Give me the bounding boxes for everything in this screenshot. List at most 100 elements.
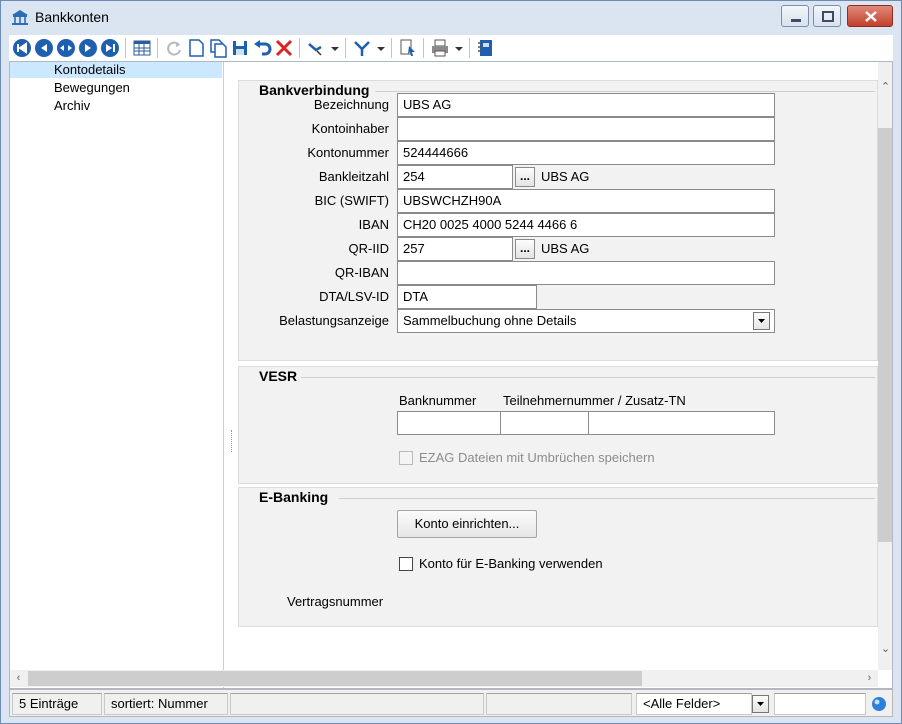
bankleitzahl-lookup-button[interactable]: ... bbox=[515, 167, 535, 187]
filter-select-button[interactable] bbox=[305, 37, 327, 59]
toolbar-separator bbox=[345, 38, 346, 58]
first-record-icon bbox=[13, 39, 31, 57]
print-button[interactable] bbox=[429, 37, 451, 59]
qriid-lookup-button[interactable]: ... bbox=[515, 239, 535, 259]
last-record-icon bbox=[101, 39, 119, 57]
kontoinhaber-field[interactable] bbox=[397, 117, 775, 141]
print-dropdown[interactable] bbox=[453, 37, 465, 59]
copy-record-button[interactable] bbox=[207, 37, 229, 59]
minimize-button[interactable] bbox=[781, 5, 809, 27]
kontonummer-label: Kontonummer bbox=[307, 145, 389, 160]
scroll-down-icon[interactable]: ⌄ bbox=[878, 642, 892, 657]
quick-search-input[interactable] bbox=[774, 693, 866, 715]
search-globe-button[interactable] bbox=[870, 695, 888, 713]
dta-field[interactable]: DTA bbox=[397, 285, 537, 309]
belastungsanzeige-value: Sammelbuchung ohne Details bbox=[403, 313, 577, 328]
group-divider bbox=[339, 498, 875, 499]
ezag-checkbox[interactable] bbox=[399, 451, 413, 465]
horizontal-scroll-thumb[interactable] bbox=[28, 671, 642, 686]
banknummer-field[interactable] bbox=[397, 411, 501, 435]
new-record-icon bbox=[189, 39, 204, 57]
scroll-right-icon[interactable]: › bbox=[862, 671, 877, 686]
belastungsanzeige-select[interactable]: Sammelbuchung ohne Details bbox=[397, 309, 775, 333]
previous-record-button[interactable] bbox=[33, 37, 55, 59]
status-panel-empty bbox=[230, 693, 484, 715]
dta-label: DTA/LSV-ID bbox=[319, 289, 389, 304]
ebanking-group: E-Banking Konto einrichten... Konto für … bbox=[238, 487, 878, 627]
qriid-field[interactable]: 257 bbox=[397, 237, 513, 261]
bankkonten-window: Bankkonten Kontodetails Bewegungen Archi… bbox=[0, 0, 902, 724]
scroll-left-icon[interactable]: ‹ bbox=[11, 671, 26, 686]
table-view-button[interactable] bbox=[131, 37, 153, 59]
qriban-label: QR-IBAN bbox=[334, 265, 389, 280]
splitter-handle[interactable] bbox=[231, 430, 233, 452]
status-panel-empty bbox=[486, 693, 632, 715]
delete-button[interactable] bbox=[273, 37, 295, 59]
first-record-button[interactable] bbox=[11, 37, 33, 59]
bic-field[interactable]: UBSWCHZH90A bbox=[397, 189, 775, 213]
ezag-label: EZAG Dateien mit Umbrüchen speichern bbox=[419, 450, 655, 465]
toolbar-separator bbox=[469, 38, 470, 58]
bic-label: BIC (SWIFT) bbox=[314, 193, 389, 208]
toolbar-separator bbox=[423, 38, 424, 58]
close-button[interactable] bbox=[847, 5, 893, 27]
maximize-button[interactable] bbox=[813, 5, 841, 27]
sort-status: sortiert: Nummer bbox=[104, 693, 228, 715]
scroll-up-icon[interactable]: ⌃ bbox=[878, 80, 892, 95]
filter-button[interactable] bbox=[351, 37, 373, 59]
bankverbindung-group: Bankverbindung Bezeichnung UBS AG Kontoi… bbox=[238, 80, 878, 361]
window-title: Bankkonten bbox=[35, 9, 109, 25]
filter-select-dropdown[interactable] bbox=[329, 37, 341, 59]
belastungsanzeige-dropdown-button[interactable] bbox=[753, 312, 770, 330]
filter-dropdown[interactable] bbox=[375, 37, 387, 59]
qriban-field[interactable] bbox=[397, 261, 775, 285]
teilnehmernummer-label: Teilnehmernummer / Zusatz-TN bbox=[503, 393, 686, 408]
kontonummer-field[interactable]: 524444666 bbox=[397, 141, 775, 165]
nav-item-bewegungen[interactable]: Bewegungen bbox=[10, 80, 222, 96]
group-divider bbox=[299, 377, 875, 378]
last-record-button[interactable] bbox=[99, 37, 121, 59]
banknummer-label: Banknummer bbox=[399, 393, 477, 408]
record-list-button[interactable] bbox=[55, 37, 77, 59]
vertical-scrollbar[interactable]: ⌃ ⌄ bbox=[878, 62, 892, 670]
export-button[interactable] bbox=[397, 37, 419, 59]
next-record-icon bbox=[79, 39, 97, 57]
zusatz-tn-field[interactable] bbox=[588, 411, 775, 435]
delete-icon bbox=[275, 39, 293, 57]
field-filter-dropdown-button[interactable] bbox=[752, 695, 769, 713]
notes-button[interactable] bbox=[475, 37, 497, 59]
toolbar-separator bbox=[391, 38, 392, 58]
new-record-button[interactable] bbox=[185, 37, 207, 59]
toolbar bbox=[9, 35, 893, 61]
previous-record-icon bbox=[35, 39, 53, 57]
undo-button[interactable] bbox=[251, 37, 273, 59]
table-view-icon bbox=[133, 40, 151, 56]
ebanking-checkbox-label: Konto für E-Banking verwenden bbox=[419, 556, 603, 571]
copy-record-icon bbox=[210, 39, 227, 58]
toolbar-separator bbox=[299, 38, 300, 58]
nav-item-archiv[interactable]: Archiv bbox=[10, 98, 222, 114]
next-record-button[interactable] bbox=[77, 37, 99, 59]
qriid-label: QR-IID bbox=[348, 241, 389, 256]
bank-icon bbox=[12, 10, 28, 25]
undo-icon bbox=[254, 40, 272, 56]
chevron-down-icon bbox=[455, 47, 463, 51]
ebanking-checkbox[interactable] bbox=[399, 557, 413, 571]
refresh-button[interactable] bbox=[163, 37, 185, 59]
save-button[interactable] bbox=[229, 37, 251, 59]
save-icon bbox=[233, 41, 247, 55]
konto-einrichten-button[interactable]: Konto einrichten... bbox=[397, 510, 537, 538]
vertical-scroll-thumb[interactable] bbox=[878, 128, 892, 542]
bankleitzahl-label: Bankleitzahl bbox=[318, 169, 389, 184]
horizontal-scrollbar[interactable]: ‹ › bbox=[10, 670, 878, 687]
field-filter-select[interactable]: <Alle Felder> bbox=[636, 693, 752, 715]
title-bar[interactable]: Bankkonten bbox=[1, 1, 901, 33]
iban-field[interactable]: CH20 0025 4000 5244 4466 6 bbox=[397, 213, 775, 237]
print-icon bbox=[432, 39, 448, 57]
nav-item-kontodetails[interactable]: Kontodetails bbox=[10, 62, 222, 78]
bezeichnung-field[interactable]: UBS AG bbox=[397, 93, 775, 117]
bankleitzahl-field[interactable]: 254 bbox=[397, 165, 513, 189]
toolbar-separator bbox=[125, 38, 126, 58]
teilnehmernummer-field[interactable] bbox=[500, 411, 589, 435]
navigation-list: Kontodetails Bewegungen Archiv bbox=[10, 62, 224, 688]
